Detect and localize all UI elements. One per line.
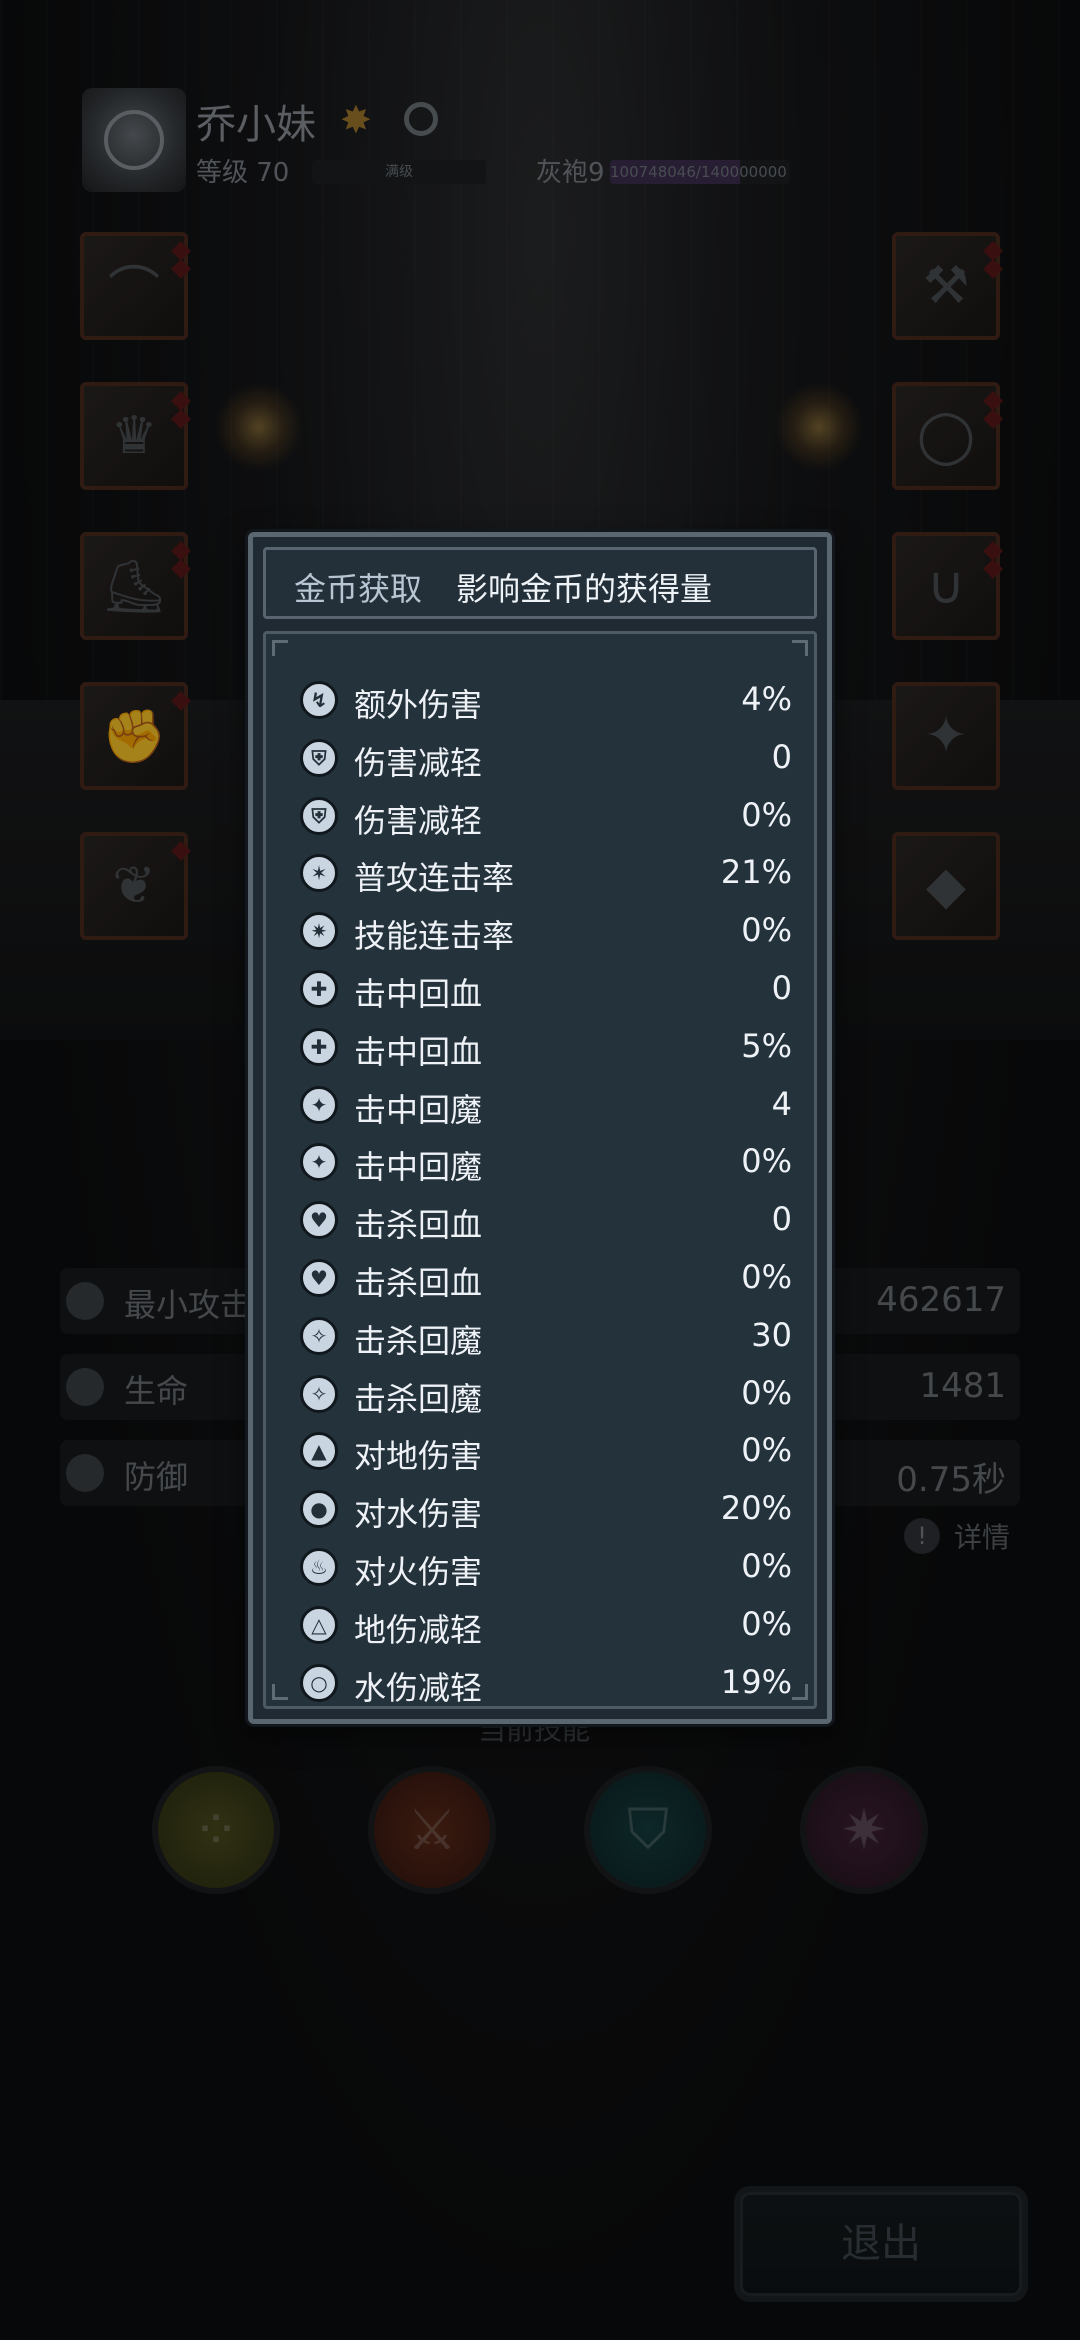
attack-combo-icon: ✶ [300, 854, 338, 893]
attribute-value: 0 [771, 1200, 792, 1239]
attribute-label: 击杀回血 [354, 1263, 483, 1302]
attribute-row: ▲ 对地伤害 0% [292, 1423, 802, 1481]
attribute-value: 4% [741, 680, 792, 718]
corner-ornament [272, 640, 288, 656]
attribute-value: 21% [720, 853, 792, 892]
attribute-row: ✷ 技能连击率 0% [292, 903, 802, 961]
attribute-label: 伤害减轻 [354, 743, 483, 782]
kill-heal-icon: ♥ [300, 1201, 338, 1240]
hit-heal-icon: ✚ [300, 969, 338, 1008]
attribute-label: 击杀回血 [354, 1206, 483, 1245]
attribute-value: 5% [741, 1026, 792, 1065]
attribute-row: ✧ 击杀回魔 30 [292, 1308, 802, 1366]
tooltip-body: ↯ 额外伤害 4% ⛨ 伤害减轻 0 ⛨ 伤害减轻 0% ✶ 普攻连击率 21% ✷ 技能连击率 0% ✚ 击中… [263, 631, 817, 1709]
attribute-label: 技能连击率 [354, 917, 515, 956]
attribute-row: ✶ 普攻连击率 21% [292, 845, 802, 903]
attribute-row: ✚ 击中回血 5% [292, 1019, 802, 1077]
earth-reduction-icon: △ [300, 1605, 338, 1644]
attribute-row: ✧ 击杀回魔 0% [292, 1366, 802, 1424]
hit-mana-icon: ✦ [300, 1085, 338, 1124]
attribute-row: ↯ 额外伤害 4% [292, 672, 802, 730]
attribute-tooltip-panel: 金币获取 影响金币的获得量 ↯ 额外伤害 4% ⛨ 伤害减轻 0 ⛨ 伤害减轻 0% ✶ 普攻连击率… [248, 532, 832, 1724]
attribute-label: 击中回血 [354, 1032, 483, 1071]
attribute-label: 击中回血 [354, 974, 483, 1013]
attribute-label: 击中回魔 [354, 1148, 483, 1187]
attribute-list: ↯ 额外伤害 4% ⛨ 伤害减轻 0 ⛨ 伤害减轻 0% ✶ 普攻连击率 21% ✷ 技能连击率 0% ✚ 击中… [292, 672, 802, 1712]
kill-mana-icon: ✧ [300, 1316, 338, 1355]
attribute-label: 击中回魔 [354, 1090, 483, 1129]
kill-heal-percent-icon: ♥ [300, 1258, 338, 1297]
skill-combo-icon: ✷ [300, 912, 338, 951]
attribute-value: 0% [741, 1142, 792, 1181]
attribute-label: 击杀回魔 [354, 1321, 483, 1360]
fire-damage-icon: ♨ [300, 1547, 338, 1586]
hit-mana-percent-icon: ✦ [300, 1143, 338, 1182]
attribute-value: 4 [771, 1084, 792, 1123]
attribute-row: ● 对水伤害 20% [292, 1481, 802, 1539]
attribute-label: 水伤减轻 [354, 1668, 483, 1707]
attribute-value: 0% [741, 1604, 792, 1643]
attribute-value: 30 [751, 1315, 792, 1354]
attribute-value: 0 [771, 968, 792, 1007]
tooltip-header: 金币获取 影响金币的获得量 [263, 547, 817, 619]
kill-mana-percent-icon: ✧ [300, 1374, 338, 1413]
attribute-value: 0 [771, 737, 792, 776]
attribute-row: ⛨ 伤害减轻 0% [292, 788, 802, 846]
attribute-value: 0% [741, 1257, 792, 1296]
attribute-label: 额外伤害 [354, 686, 483, 724]
extra-damage-icon: ↯ [300, 681, 338, 719]
hit-heal-percent-icon: ✚ [300, 1027, 338, 1066]
attribute-value: 0% [741, 1546, 792, 1585]
attribute-row: ✦ 击中回魔 4 [292, 1077, 802, 1135]
tooltip-description: 影响金币的获得量 [456, 570, 713, 608]
attribute-value: 0% [741, 1373, 792, 1412]
attribute-value: 0% [741, 911, 792, 950]
attribute-row: ✦ 击中回魔 0% [292, 1134, 802, 1192]
corner-ornament [792, 640, 808, 656]
attribute-row: ✚ 击中回血 0 [292, 961, 802, 1019]
attribute-label: 对地伤害 [354, 1437, 483, 1476]
attribute-label: 伤害减轻 [354, 801, 483, 840]
tooltip-title: 金币获取 [294, 570, 423, 608]
water-damage-icon: ● [300, 1490, 338, 1529]
earth-damage-icon: ▲ [300, 1432, 338, 1471]
attribute-label: 对火伤害 [354, 1552, 483, 1591]
attribute-row: ⛨ 伤害减轻 0 [292, 730, 802, 788]
attribute-row: △ 地伤减轻 0% [292, 1597, 802, 1655]
attribute-label: 普攻连击率 [354, 859, 515, 898]
attribute-value: 0% [741, 1431, 792, 1470]
water-reduction-icon: ○ [300, 1663, 338, 1702]
damage-reduction-icon: ⛨ [300, 738, 338, 777]
attribute-row: ♥ 击杀回血 0% [292, 1250, 802, 1308]
attribute-value: 20% [720, 1489, 792, 1528]
attribute-label: 对水伤害 [354, 1495, 483, 1534]
attribute-label: 击杀回魔 [354, 1379, 483, 1418]
attribute-row: ♨ 对火伤害 0% [292, 1539, 802, 1597]
attribute-value: 0% [741, 795, 792, 834]
corner-ornament [272, 1684, 288, 1700]
attribute-row: ♥ 击杀回血 0 [292, 1192, 802, 1250]
attribute-label: 地伤减轻 [354, 1610, 483, 1649]
attribute-row: ○ 水伤减轻 19% [292, 1655, 802, 1713]
attribute-value: 19% [720, 1662, 792, 1701]
damage-reduction-percent-icon: ⛨ [300, 796, 338, 835]
